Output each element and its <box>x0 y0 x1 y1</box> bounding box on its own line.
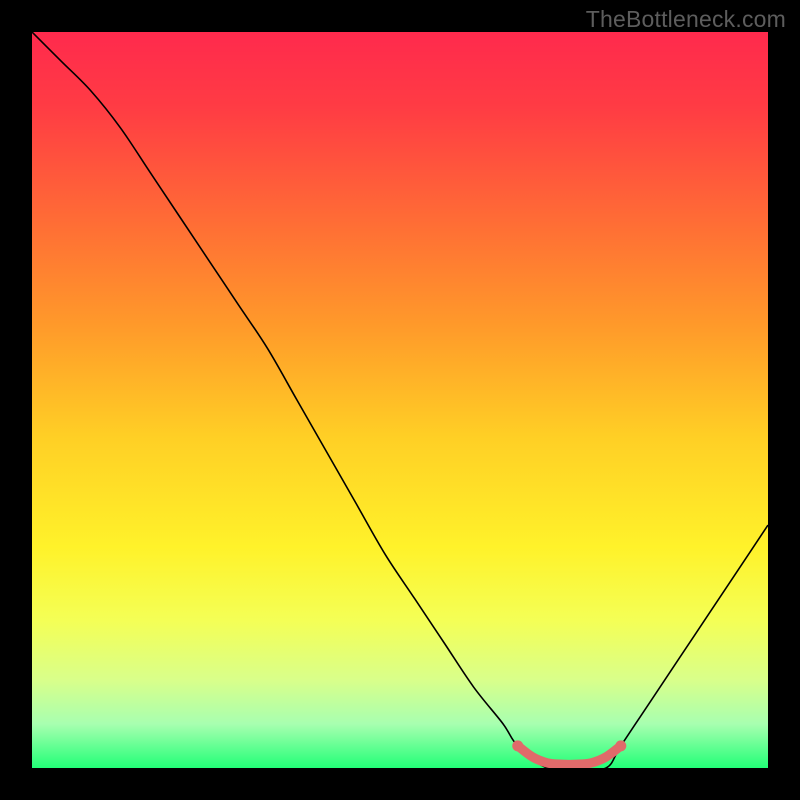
chart-frame: TheBottleneck.com <box>0 0 800 800</box>
gradient-background <box>32 32 768 768</box>
watermark-text: TheBottleneck.com <box>586 6 786 33</box>
plot-area <box>32 32 768 768</box>
chart-svg <box>32 32 768 768</box>
